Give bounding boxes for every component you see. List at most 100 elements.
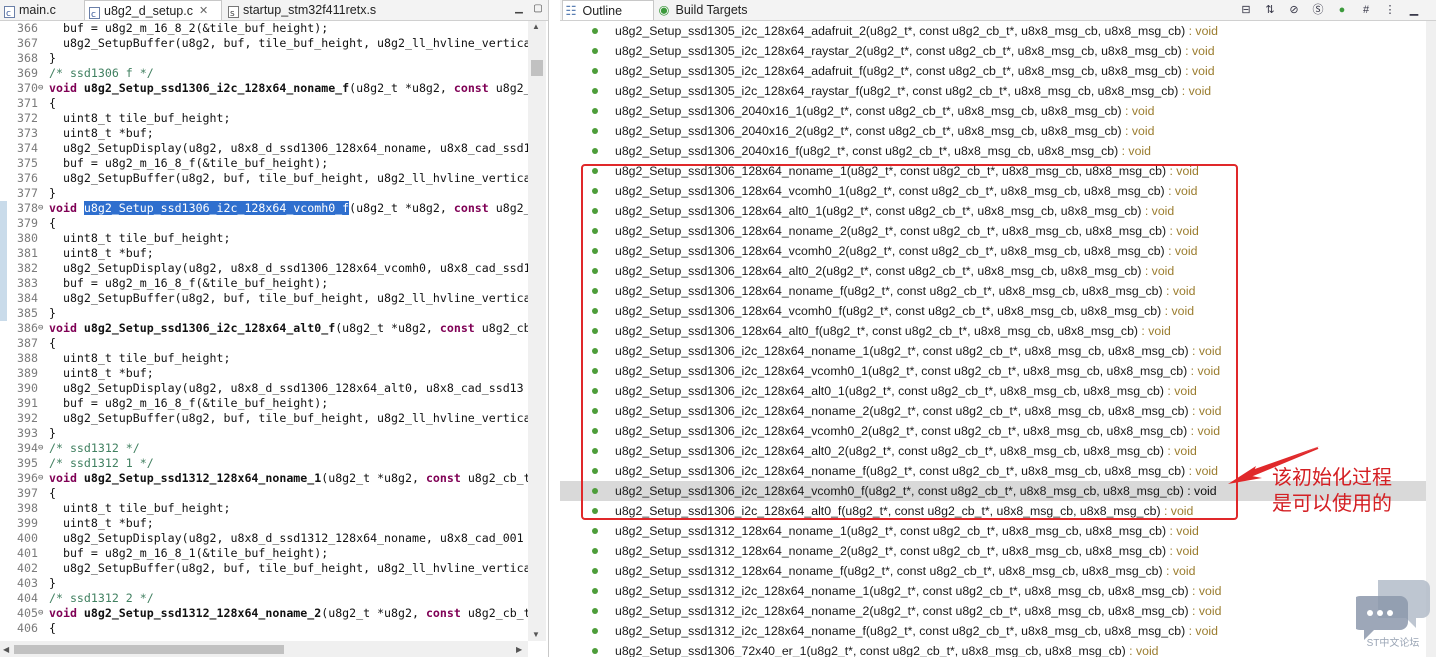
code-line[interactable]: 384 u8g2_SetupBuffer(u8g2, buf, tile_buf…: [0, 291, 528, 306]
hide-fields-icon[interactable]: ⊘: [1286, 2, 1302, 18]
code-line[interactable]: 405 ⊖ void u8g2_Setup_ssd1312_128x64_nonam…: [0, 606, 528, 621]
code-line[interactable]: 385}: [0, 306, 528, 321]
code-line[interactable]: 400 u8g2_SetupDisplay(u8g2, u8x8_d_ssd13…: [0, 531, 528, 546]
outline-item[interactable]: u8g2_Setup_ssd1305_i2c_128x64_adafruit_2…: [560, 21, 1426, 41]
code-text: }: [49, 576, 56, 590]
minimize-icon[interactable]: ▁: [512, 2, 526, 16]
code-line[interactable]: 386 ⊖ void u8g2_Setup_ssd1306_i2c_128x64_a…: [0, 321, 528, 336]
fold-toggle-icon[interactable]: ⊖: [38, 81, 47, 96]
outline-item[interactable]: u8g2_Setup_ssd1306_2040x16_f(u8g2_t*, co…: [560, 141, 1426, 161]
code-text: u8g2_SetupDisplay(u8g2, u8x8_d_ssd1312_1…: [49, 531, 524, 545]
code-line[interactable]: 388 uint8_t tile_buf_height;: [0, 351, 528, 366]
tab-main-c[interactable]: c main.c: [0, 0, 82, 20]
collapse-all-icon[interactable]: ⊟: [1238, 2, 1254, 18]
code-text: uint8_t tile_buf_height;: [49, 231, 231, 245]
code-line[interactable]: 393}: [0, 426, 528, 441]
code-line[interactable]: 377}: [0, 186, 528, 201]
outline-item-signature: u8g2_Setup_ssd1305_i2c_128x64_adafruit_2…: [615, 24, 1186, 38]
sort-icon[interactable]: ⇅: [1262, 2, 1278, 18]
outline-item[interactable]: u8g2_Setup_ssd1312_i2c_128x64_noname_2(u…: [560, 601, 1426, 621]
fold-toggle-icon[interactable]: ⊖: [38, 201, 47, 216]
code-line[interactable]: 391 buf = u8g2_m_16_8_f(&tile_buf_height…: [0, 396, 528, 411]
outline-item[interactable]: u8g2_Setup_ssd1312_128x64_noname_1(u8g2_…: [560, 521, 1426, 541]
code-line[interactable]: 370 ⊖ void u8g2_Setup_ssd1306_i2c_128x64_n…: [0, 81, 528, 96]
outline-item[interactable]: u8g2_Setup_ssd1312_i2c_128x64_noname_1(u…: [560, 581, 1426, 601]
outline-item-signature: u8g2_Setup_ssd1306_2040x16_f(u8g2_t*, co…: [615, 144, 1119, 158]
tab-build-targets[interactable]: ◉ Build Targets: [656, 0, 766, 20]
maximize-icon[interactable]: ▢: [531, 2, 545, 16]
tab-u8g2-d-setup-c[interactable]: c u8g2_d_setup.c ✕: [84, 0, 222, 20]
outline-item-label: u8g2_Setup_ssd1306_2040x16_1(u8g2_t*, co…: [615, 101, 1154, 121]
scroll-left-icon[interactable]: ◀: [3, 645, 9, 654]
svg-text:s: s: [230, 9, 235, 18]
outline-item[interactable]: u8g2_Setup_ssd1306_72x40_er_1(u8g2_t*, c…: [560, 641, 1426, 657]
code-line[interactable]: 366 buf = u8g2_m_16_8_2(&tile_buf_height…: [0, 21, 528, 36]
code-line[interactable]: 403}: [0, 576, 528, 591]
code-line[interactable]: 396 ⊖ void u8g2_Setup_ssd1312_128x64_nonam…: [0, 471, 528, 486]
outline-item[interactable]: u8g2_Setup_ssd1306_2040x16_1(u8g2_t*, co…: [560, 101, 1426, 121]
editor-vertical-scrollbar[interactable]: [528, 21, 546, 641]
scroll-right-icon[interactable]: ▶: [516, 645, 522, 654]
close-icon[interactable]: ✕: [199, 1, 208, 21]
fold-toggle-icon[interactable]: ⊖: [38, 441, 47, 456]
tab-startup-s[interactable]: s startup_stm32f411retx.s: [224, 0, 399, 20]
code-line[interactable]: 397 {: [0, 486, 528, 501]
code-text: }: [49, 426, 56, 440]
minimize-icon[interactable]: ▁: [1406, 2, 1422, 18]
code-line[interactable]: 387 {: [0, 336, 528, 351]
code-line[interactable]: 382 u8g2_SetupDisplay(u8g2, u8x8_d_ssd13…: [0, 261, 528, 276]
code-line[interactable]: 379 {: [0, 216, 528, 231]
outline-item[interactable]: u8g2_Setup_ssd1312_128x64_noname_2(u8g2_…: [560, 541, 1426, 561]
fold-toggle-icon[interactable]: ⊖: [38, 471, 47, 486]
code-line[interactable]: 404 /* ssd1312 2 */: [0, 591, 528, 606]
outline-item-signature: u8g2_Setup_ssd1306_2040x16_2(u8g2_t*, co…: [615, 124, 1122, 138]
line-number: 373: [17, 126, 38, 140]
hide-non-public-icon[interactable]: ●: [1334, 2, 1350, 18]
code-line[interactable]: 371 {: [0, 96, 528, 111]
code-line[interactable]: 402 u8g2_SetupBuffer(u8g2, buf, tile_buf…: [0, 561, 528, 576]
code-text: buf = u8g2_m_16_8_2(&tile_buf_height);: [49, 21, 329, 35]
outline-item[interactable]: u8g2_Setup_ssd1305_i2c_128x64_raystar_f(…: [560, 81, 1426, 101]
code-line[interactable]: 380 uint8_t tile_buf_height;: [0, 231, 528, 246]
code-line[interactable]: 373 uint8_t *buf;: [0, 126, 528, 141]
code-line[interactable]: 383 buf = u8g2_m_16_8_f(&tile_buf_height…: [0, 276, 528, 291]
code-line[interactable]: 406 {: [0, 621, 528, 636]
fold-toggle-icon[interactable]: ⊖: [38, 321, 47, 336]
code-line[interactable]: 399 uint8_t *buf;: [0, 516, 528, 531]
outline-item[interactable]: u8g2_Setup_ssd1305_i2c_128x64_adafruit_f…: [560, 61, 1426, 81]
outline-item[interactable]: u8g2_Setup_ssd1312_i2c_128x64_noname_f(u…: [560, 621, 1426, 641]
fold-toggle-icon[interactable]: ⊖: [38, 606, 47, 621]
code-line[interactable]: 376 u8g2_SetupBuffer(u8g2, buf, tile_buf…: [0, 171, 528, 186]
code-line[interactable]: 390 u8g2_SetupDisplay(u8g2, u8x8_d_ssd13…: [0, 381, 528, 396]
code-line[interactable]: 369 /* ssd1306 f */: [0, 66, 528, 81]
tab-outline[interactable]: ☷ Outline: [562, 0, 654, 20]
code-line[interactable]: 392 u8g2_SetupBuffer(u8g2, buf, tile_buf…: [0, 411, 528, 426]
outline-item[interactable]: u8g2_Setup_ssd1312_128x64_noname_f(u8g2_…: [560, 561, 1426, 581]
code-area[interactable]: 366 buf = u8g2_m_16_8_2(&tile_buf_height…: [0, 21, 528, 641]
line-number: 402: [17, 561, 38, 575]
outline-item[interactable]: u8g2_Setup_ssd1306_2040x16_2(u8g2_t*, co…: [560, 121, 1426, 141]
editor-vertical-scroll-thumb[interactable]: [531, 60, 543, 76]
outline-item-label: u8g2_Setup_ssd1305_i2c_128x64_raystar_2(…: [615, 41, 1215, 61]
code-line[interactable]: 374 u8g2_SetupDisplay(u8g2, u8x8_d_ssd13…: [0, 141, 528, 156]
outline-item[interactable]: u8g2_Setup_ssd1305_i2c_128x64_raystar_2(…: [560, 41, 1426, 61]
code-line[interactable]: 368}: [0, 51, 528, 66]
code-line[interactable]: 394 ⊖/* ssd1312 */: [0, 441, 528, 456]
scroll-up-icon[interactable]: ▲: [532, 22, 540, 31]
outline-vertical-scrollbar[interactable]: [1426, 21, 1436, 657]
outline-item-signature: u8g2_Setup_ssd1312_i2c_128x64_noname_1(u…: [615, 584, 1189, 598]
code-line[interactable]: 367 u8g2_SetupBuffer(u8g2, buf, tile_buf…: [0, 36, 528, 51]
settings-icon[interactable]: ⋮: [1382, 2, 1398, 18]
code-line[interactable]: 398 uint8_t tile_buf_height;: [0, 501, 528, 516]
code-line[interactable]: 395 /* ssd1312 1 */: [0, 456, 528, 471]
code-line[interactable]: 378 ⊖ void u8g2_Setup_ssd1306_i2c_128x64_v…: [0, 201, 528, 216]
editor-horizontal-scroll-thumb[interactable]: [14, 645, 284, 654]
code-line[interactable]: 381 uint8_t *buf;: [0, 246, 528, 261]
code-line[interactable]: 401 buf = u8g2_m_16_8_1(&tile_buf_height…: [0, 546, 528, 561]
scroll-down-icon[interactable]: ▼: [532, 630, 540, 639]
code-line[interactable]: 389 uint8_t *buf;: [0, 366, 528, 381]
hide-static-icon[interactable]: Ⓢ: [1310, 2, 1326, 18]
code-line[interactable]: 372 uint8_t tile_buf_height;: [0, 111, 528, 126]
focus-icon[interactable]: #: [1358, 2, 1374, 18]
code-line[interactable]: 375 buf = u8g2_m_16_8_f(&tile_buf_height…: [0, 156, 528, 171]
